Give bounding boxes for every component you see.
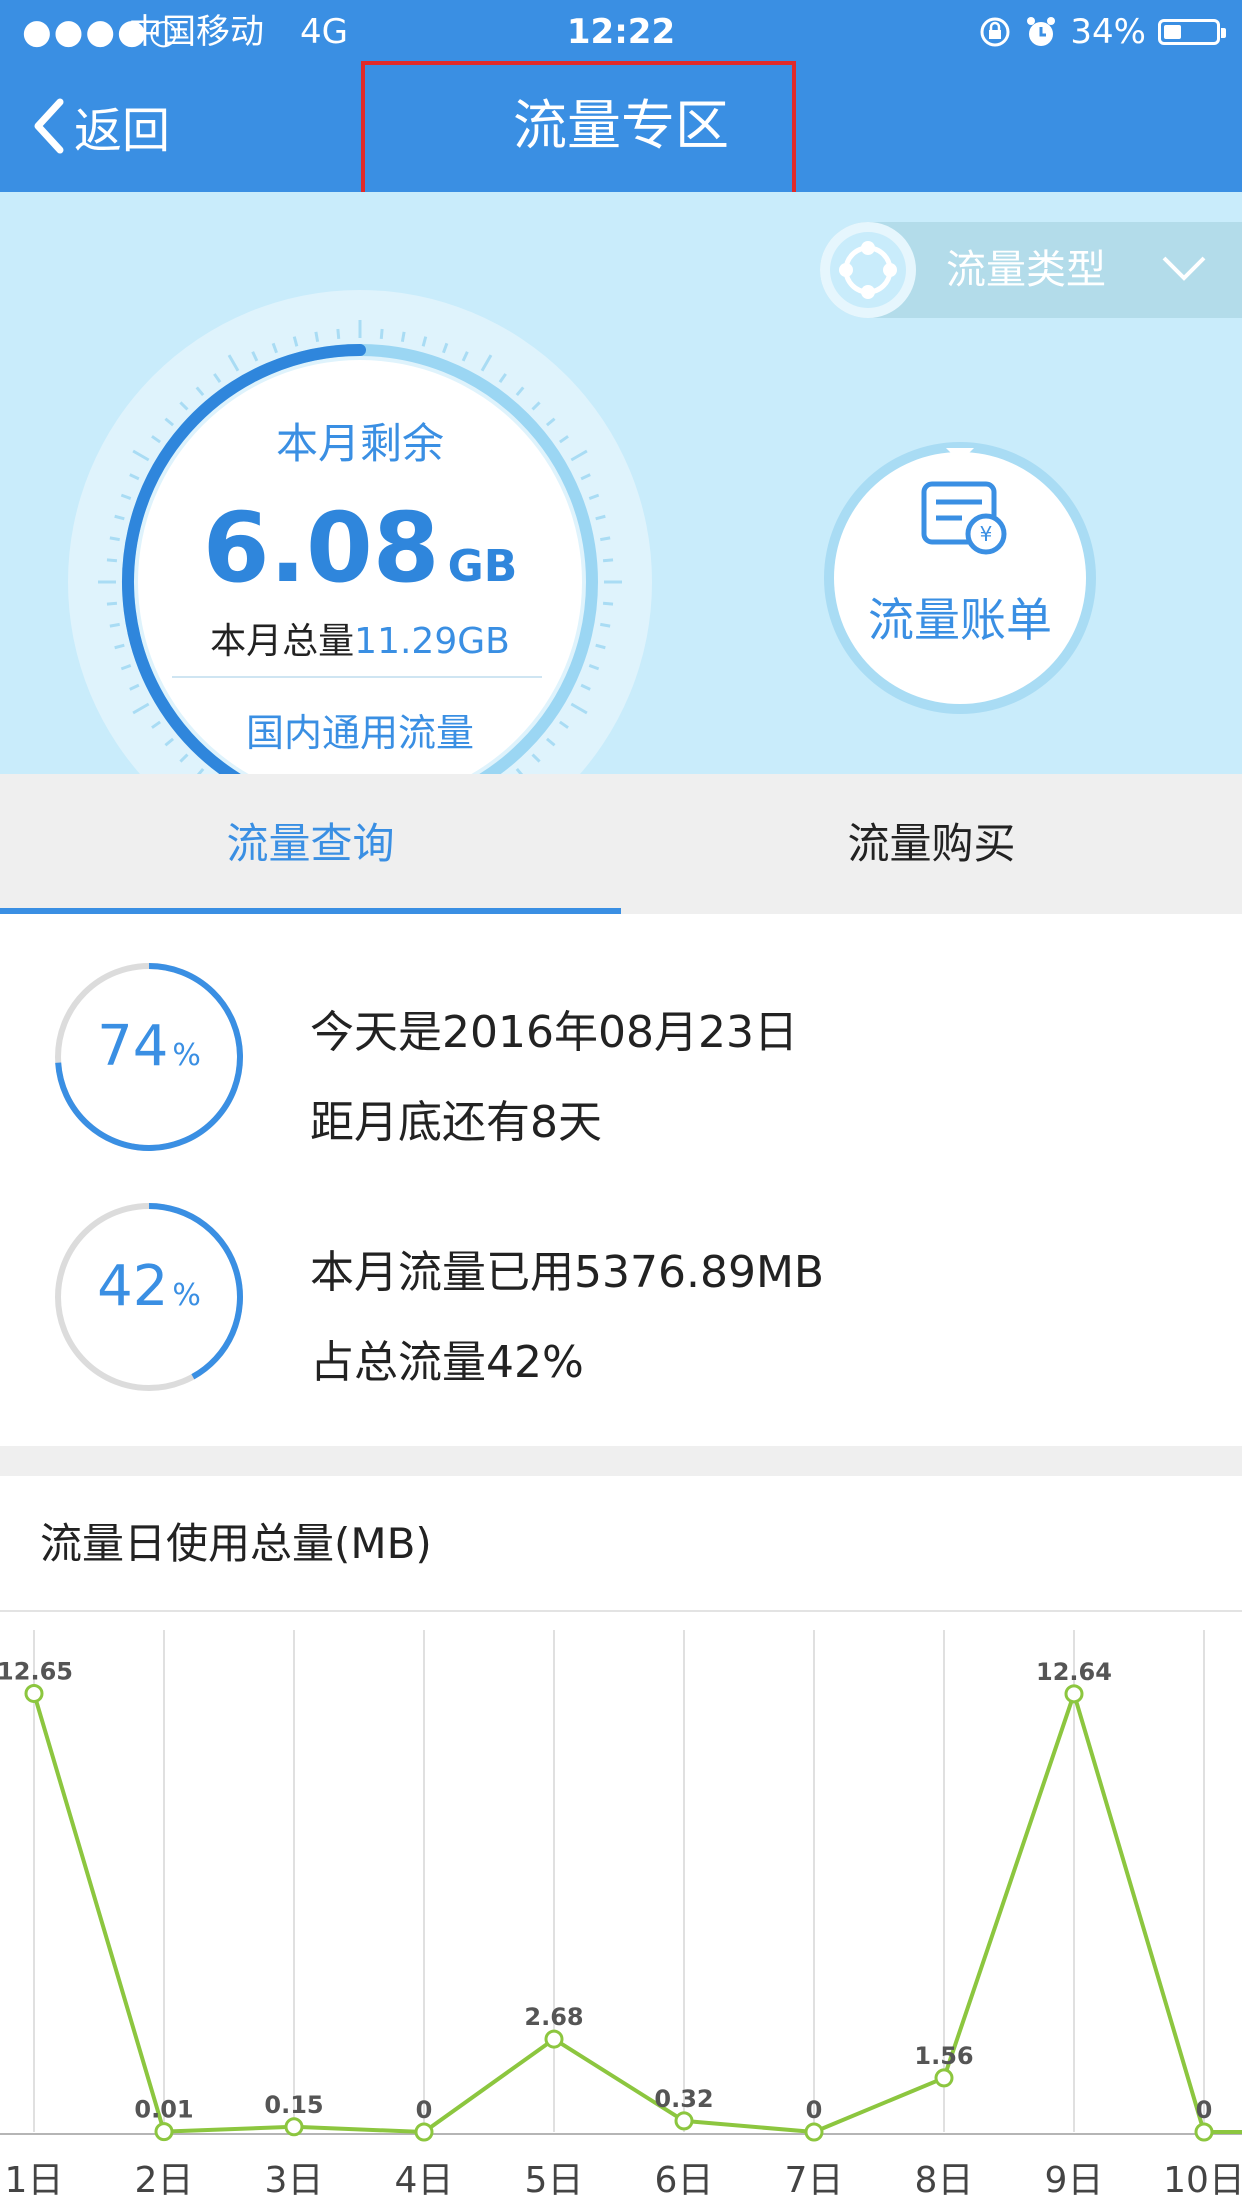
remaining-unit: GB (447, 541, 518, 592)
tab-traffic-query[interactable]: 流量查询 (0, 774, 621, 914)
traffic-bill-label: 流量账单 (868, 593, 1052, 647)
data-point (674, 2111, 694, 2131)
data-label: 12.64 (1036, 1658, 1112, 1686)
x-tick-label: 3日 (265, 2160, 324, 2201)
x-tick-label: 10日 (1163, 2160, 1242, 2201)
traffic-type-dropdown[interactable]: 流量类型 (820, 222, 1242, 318)
usage-progress-percent: 42% (97, 1254, 201, 1319)
used-this-month: 本月流量已用5376.89MB (310, 1247, 825, 1298)
data-point (154, 2122, 174, 2142)
x-tick-label: 5日 (525, 2160, 584, 2201)
total-label: 本月总量 (210, 621, 355, 662)
x-tick-label: 7日 (785, 2160, 844, 2201)
x-tick-label: 9日 (1045, 2160, 1104, 2201)
chevron-down-icon (1162, 256, 1206, 281)
usage-share: 占总流量42% (310, 1337, 584, 1388)
data-point (1194, 2122, 1214, 2142)
today-date: 今天是2016年08月23日 (310, 1007, 798, 1058)
battery-icon (1158, 19, 1226, 45)
data-label: 0.15 (264, 2091, 323, 2119)
x-tick-label: 6日 (655, 2160, 714, 2201)
remaining-value: 6.08 GB (120, 492, 600, 604)
section-divider (0, 1446, 1242, 1476)
data-point (544, 2029, 564, 2049)
remaining-number: 6.08 (202, 492, 440, 604)
x-tick-label: 1日 (5, 2160, 64, 2201)
data-point (934, 2068, 954, 2088)
traffic-scope-label: 国内通用流量 (245, 711, 474, 755)
data-label: 0 (1196, 2096, 1213, 2124)
data-overview-panel: 流量类型 本月剩余 6.08 GB 本月总量11.29GB 国内通用流量 ¥ 流量… (0, 192, 1242, 774)
remaining-label: 本月剩余 (275, 419, 444, 468)
data-label: 1.56 (914, 2042, 973, 2070)
traffic-type-label: 流量类型 (946, 247, 1106, 293)
tab-traffic-purchase[interactable]: 流量购买 (621, 774, 1242, 914)
gauge-divider (172, 676, 542, 678)
data-label: 0.01 (134, 2096, 193, 2124)
data-label: 0.32 (654, 2085, 713, 2113)
battery-percent: 34% (1070, 12, 1146, 52)
data-point (284, 2117, 304, 2137)
tab-bar: 流量查询 流量购买 (0, 774, 1242, 914)
chart-title: 流量日使用总量(MB) (40, 1519, 432, 1568)
data-point (804, 2122, 824, 2142)
usage-series-line (32, 1691, 1242, 2134)
total-value: 11.29GB (354, 621, 510, 662)
days-remaining: 距月底还有8天 (310, 1097, 602, 1148)
status-right-group: 34% (978, 8, 1226, 56)
traffic-type-icon (820, 222, 916, 318)
data-point (1064, 1684, 1084, 1704)
title-highlight-frame (361, 61, 796, 209)
data-point (24, 1683, 44, 1703)
x-tick-label: 4日 (395, 2160, 454, 2201)
monthly-total: 本月总量11.29GB (120, 612, 600, 664)
traffic-bill-button[interactable]: ¥ (822, 440, 1098, 716)
data-label: 12.65 (0, 1657, 73, 1685)
alarm-icon (1027, 17, 1056, 46)
data-point (414, 2122, 434, 2142)
x-tick-label: 2日 (135, 2160, 194, 2201)
data-label: 0 (416, 2096, 433, 2124)
svg-text:¥: ¥ (980, 522, 993, 546)
month-progress-percent: 74% (97, 1014, 201, 1079)
daily-usage-chart: 12.65 1日 0.01 2日 0.15 3日 0 4日 2.68 5日 0.32 6日 0 7日 1.5… (0, 1630, 1242, 2201)
active-tab-indicator (0, 908, 621, 914)
rotation-lock-icon (980, 17, 1010, 47)
x-tick-label: 8日 (915, 2160, 974, 2201)
data-label: 0 (806, 2096, 823, 2124)
data-label: 2.68 (524, 2003, 583, 2031)
